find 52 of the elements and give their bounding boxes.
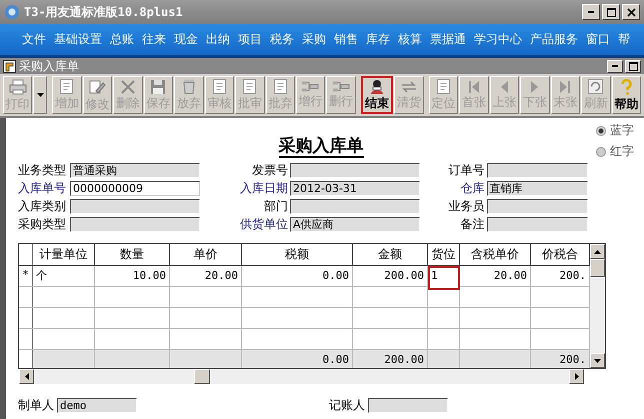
field-label: 采购类型 [18, 216, 67, 233]
menu-item[interactable]: 帮 [614, 31, 634, 48]
menu-item[interactable]: 文件 [18, 31, 50, 48]
field-label: 备注 [460, 216, 485, 233]
field-label: 业务类型 [18, 162, 67, 179]
menu-item[interactable]: 库存 [362, 31, 394, 48]
total-cell: 200.00 [353, 350, 428, 368]
field-label: 部门 [263, 198, 288, 215]
field-label: 供货单位 [239, 216, 288, 233]
menu-item[interactable]: 现金 [170, 31, 202, 48]
menu-item[interactable]: 采购 [298, 31, 330, 48]
table-cell: 1 [428, 266, 460, 290]
field-label: 记账人 [329, 397, 365, 414]
table-cell: 个 [33, 266, 95, 286]
field-label: 入库类别 [18, 198, 67, 215]
input-field[interactable]: 0000000009 [70, 181, 200, 196]
menu-item[interactable]: 基础设置 [50, 31, 106, 48]
input-field[interactable]: 2012-03-31 [290, 181, 420, 196]
radio-option[interactable]: 红字 [596, 143, 634, 160]
menu-item[interactable]: 窗口 [582, 31, 614, 48]
field-label: 仓库 [460, 180, 485, 197]
input-field[interactable]: 直销库 [486, 181, 588, 196]
field-label: 入库单号 [18, 180, 67, 197]
toolbar-button[interactable]: 结束 [360, 76, 394, 114]
menu-item[interactable]: 总账 [106, 31, 138, 48]
field-label: 订单号 [448, 162, 485, 179]
menu-item[interactable]: 票据通 [426, 31, 470, 48]
document-window-title: 采购入库单 [19, 58, 79, 74]
menu-item[interactable]: 产品服务 [526, 31, 582, 48]
input-field[interactable]: 普通采购 [70, 163, 200, 178]
table-cell: 0.00 [242, 266, 353, 286]
menu-item[interactable]: 核算 [394, 31, 426, 48]
menu-item[interactable]: 税务 [266, 31, 298, 48]
form-title: 采购入库单 [278, 136, 364, 158]
input-field[interactable]: A供应商 [290, 217, 420, 232]
field-label: 制单人 [18, 397, 54, 414]
toolbar-button[interactable]: 帮助 [612, 76, 642, 114]
table-cell: 20.00 [460, 266, 531, 286]
field-label: 业务员 [448, 198, 485, 215]
radio-option[interactable]: 蓝字 [596, 122, 634, 139]
field-label: 入库日期 [239, 180, 288, 197]
menu-item[interactable]: 往来 [138, 31, 170, 48]
menu-item[interactable]: 销售 [330, 31, 362, 48]
total-cell: 0.00 [242, 350, 353, 368]
input-field[interactable]: demo [57, 398, 137, 413]
window-title: T3-用友通标准版10.8plus1 [24, 4, 183, 20]
menu-item[interactable]: 项目 [234, 31, 266, 48]
table-cell: 20.00 [170, 266, 242, 286]
field-label: 发票号 [251, 162, 288, 179]
table-cell: 10.00 [95, 266, 170, 286]
menu-item[interactable]: 出纳 [202, 31, 234, 48]
menu-item[interactable]: 学习中心 [470, 31, 526, 48]
